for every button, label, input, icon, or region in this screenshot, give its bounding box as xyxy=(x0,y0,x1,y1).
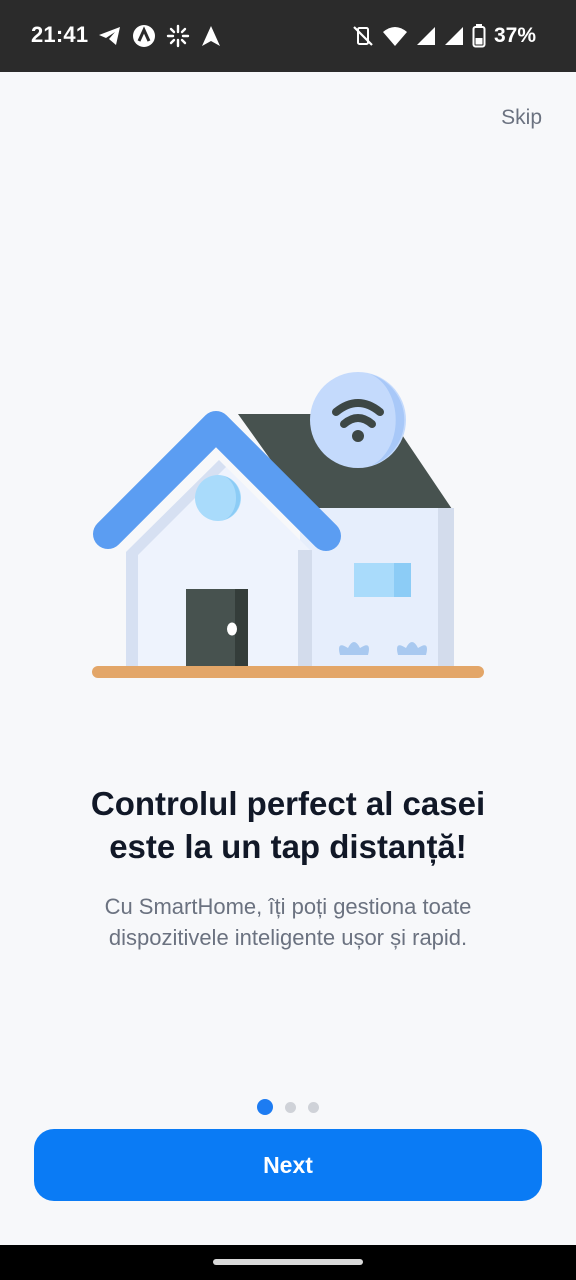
subtitle-line-2: dispozitivele inteligente ușor și rapid. xyxy=(108,925,468,950)
smart-home-illustration xyxy=(92,372,484,678)
battery-level: 37% xyxy=(493,24,536,47)
vibrate-off-icon xyxy=(353,26,373,46)
notification-icons xyxy=(98,22,222,50)
signal-icon xyxy=(416,27,435,45)
status-time: 21:41 xyxy=(31,22,89,47)
onboarding-subtitle: Cu SmartHome, îți poți gestiona toate di… xyxy=(40,891,536,953)
signal-icon xyxy=(444,27,463,45)
navigation-bar xyxy=(0,1245,576,1280)
navigation-arrow-icon xyxy=(202,26,220,46)
home-indicator[interactable] xyxy=(213,1259,363,1265)
ground-line xyxy=(92,666,484,678)
skip-button[interactable]: Skip xyxy=(501,106,542,130)
title-line-2: este la un tap distanță! xyxy=(109,828,467,865)
onboarding-title: Controlul perfect al casei este la un ta… xyxy=(20,782,556,868)
app-a-icon xyxy=(133,25,155,47)
round-window xyxy=(195,475,241,521)
page-dot-2 xyxy=(285,1101,296,1113)
page-dot-3 xyxy=(308,1101,319,1113)
onboarding-screen: Skip Controlul perfect al casei este la … xyxy=(0,72,576,1245)
page-indicator xyxy=(0,1099,576,1115)
title-line-1: Controlul perfect al casei xyxy=(90,785,486,822)
subtitle-line-1: Cu SmartHome, îți poți gestiona toate xyxy=(104,894,472,919)
next-button[interactable]: Next xyxy=(34,1129,542,1201)
battery-icon xyxy=(472,24,486,48)
system-icons: 37% xyxy=(352,22,536,50)
status-bar: 21:41 37% xyxy=(0,0,576,72)
sparkle-icon xyxy=(166,24,190,48)
telegram-icon xyxy=(99,27,120,45)
page-dot-1 xyxy=(257,1099,273,1115)
wifi-icon xyxy=(382,27,407,46)
